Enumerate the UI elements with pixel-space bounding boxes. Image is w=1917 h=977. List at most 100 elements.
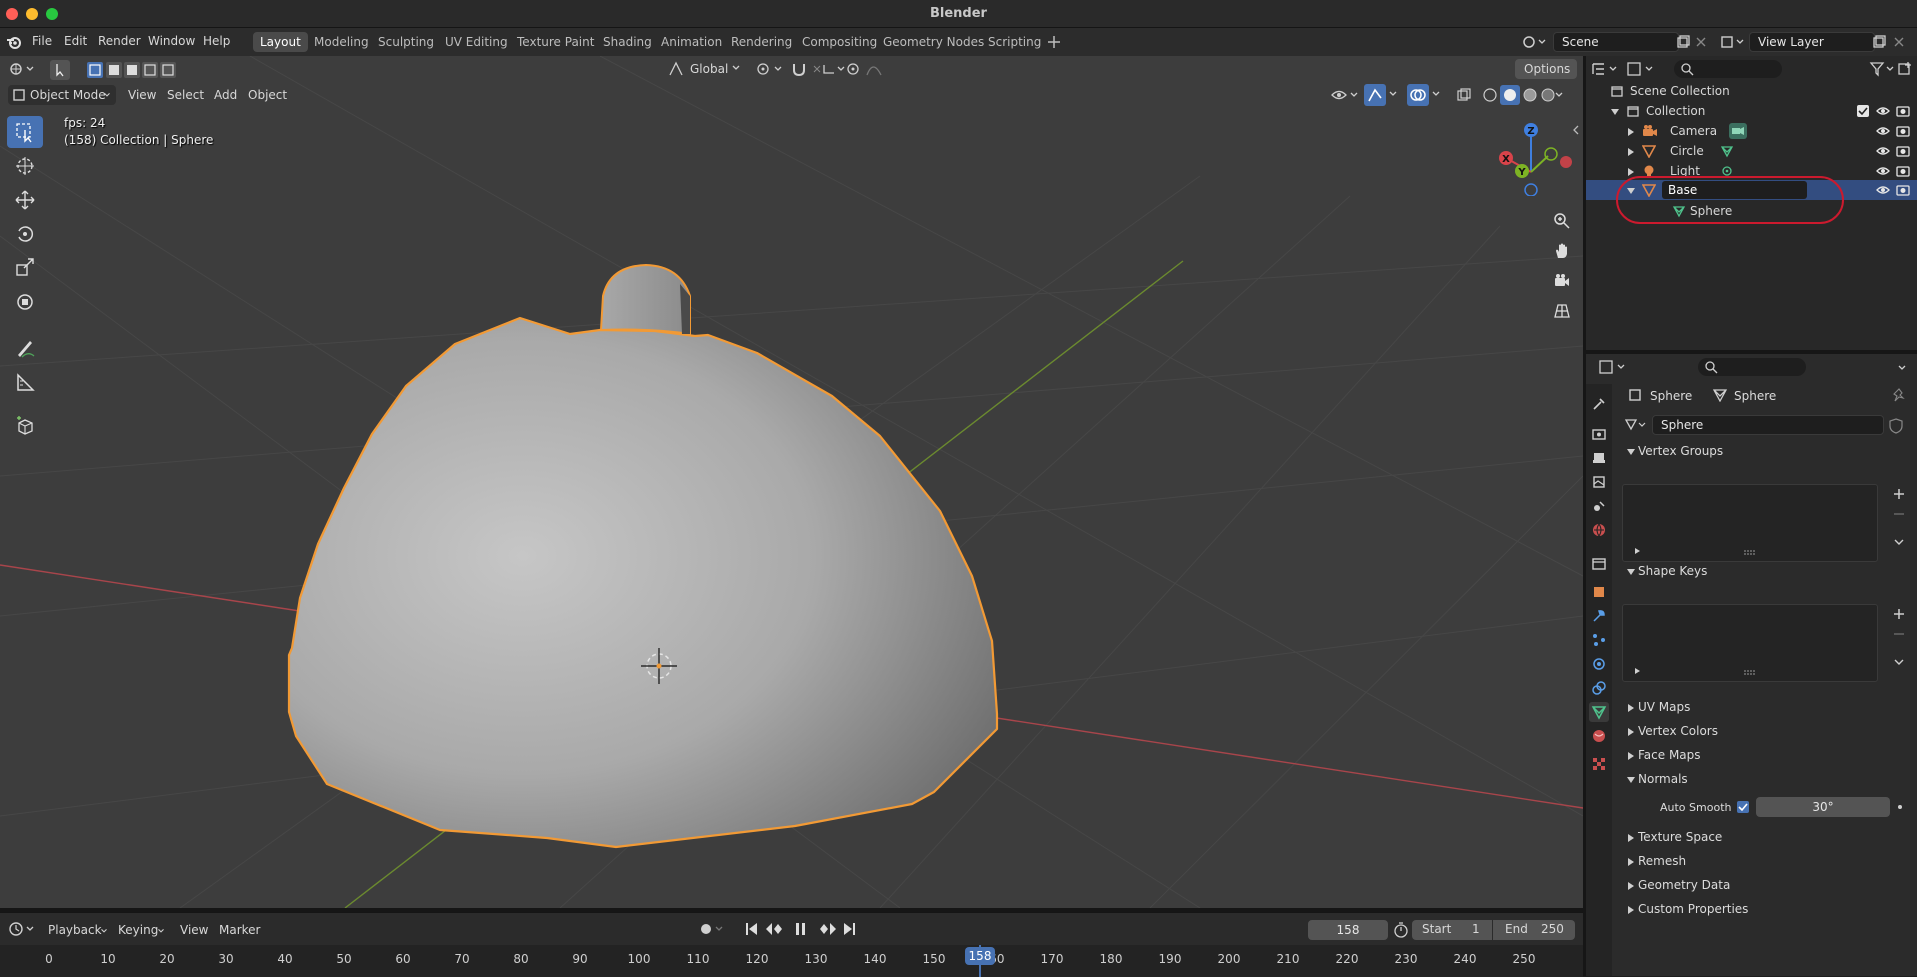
snap-toggle-icon[interactable] <box>790 60 846 78</box>
timeline-editor-type-icon[interactable] <box>8 920 36 938</box>
mesh-data-name-field[interactable]: Sphere <box>1652 415 1884 435</box>
proportional-editing-icon[interactable] <box>845 61 889 77</box>
view-layer-icon[interactable] <box>1720 34 1744 50</box>
xray-toggle-icon[interactable] <box>1456 87 1472 103</box>
render-tab-icon[interactable] <box>1589 424 1609 444</box>
start-frame-field[interactable]: Start 1 <box>1412 920 1492 940</box>
menu-object[interactable]: Object <box>248 88 287 102</box>
geometry-data-header[interactable]: Geometry Data <box>1638 878 1730 892</box>
texture-space-header[interactable]: Texture Space <box>1638 830 1722 844</box>
vertex-groups-header[interactable]: Vertex Groups <box>1638 444 1723 458</box>
collection-tab-icon[interactable] <box>1589 554 1609 574</box>
menu-render[interactable]: Render <box>98 34 141 48</box>
sidebar-toggle-icon[interactable] <box>1572 124 1580 136</box>
selection-mode-icons[interactable] <box>86 61 178 79</box>
texture-tab-icon[interactable] <box>1589 754 1609 774</box>
remove-vertex-group-icon[interactable] <box>1892 507 1906 521</box>
zoom-icon[interactable] <box>1549 208 1575 234</box>
constraints-tab-icon[interactable] <box>1589 678 1609 698</box>
transform-orientation-icon[interactable] <box>668 61 684 77</box>
scene-tab-icon[interactable] <box>1589 496 1609 516</box>
scene-name-field[interactable]: Scene <box>1553 32 1679 52</box>
resize-grip-icon[interactable] <box>1743 549 1757 555</box>
tab-geometry-nodes[interactable]: Geometry Nodes <box>876 32 991 52</box>
sphere-object[interactable] <box>287 263 999 849</box>
object-tab-icon[interactable] <box>1589 582 1609 602</box>
tab-layout[interactable]: Layout <box>253 32 308 52</box>
move-tool-icon[interactable] <box>7 184 43 216</box>
solid-shading-icon[interactable] <box>1504 89 1516 101</box>
expand-filter-icon[interactable] <box>1633 667 1641 675</box>
add-vertex-group-icon[interactable] <box>1892 487 1906 501</box>
timeline-ruler[interactable]: 0102030405060708090100110120130140150160… <box>0 945 1583 977</box>
previous-keyframe-icon[interactable] <box>766 923 782 935</box>
panel-expanded-arrow-icon[interactable] <box>1626 447 1636 457</box>
tab-scripting[interactable]: Scripting <box>981 32 1048 52</box>
object-mode-selector[interactable]: Object Mode <box>8 85 116 105</box>
chevron-down-icon[interactable] <box>1892 655 1906 669</box>
expand-arrow-icon[interactable] <box>1610 107 1620 117</box>
tab-shading[interactable]: Shading <box>596 32 659 52</box>
jump-start-icon[interactable] <box>746 923 757 935</box>
uv-maps-header[interactable]: UV Maps <box>1638 700 1690 714</box>
filter-icon[interactable] <box>1869 60 1897 78</box>
render-camera-icon[interactable] <box>1896 104 1910 118</box>
keyframe-dot-icon[interactable] <box>1897 804 1903 810</box>
material-preview-icon[interactable] <box>1523 88 1537 102</box>
stopwatch-icon[interactable] <box>1393 922 1409 938</box>
eye-icon[interactable] <box>1876 144 1890 158</box>
chevron-down-icon[interactable] <box>1892 535 1906 549</box>
expand-arrow-icon[interactable] <box>1626 127 1636 137</box>
panel-collapsed-arrow-icon[interactable] <box>1626 857 1636 867</box>
tab-animation[interactable]: Animation <box>654 32 729 52</box>
editor-type-icon[interactable] <box>8 60 36 78</box>
render-camera-icon[interactable] <box>1896 164 1910 178</box>
timeline-menu-marker[interactable]: Marker <box>219 923 260 937</box>
panel-expanded-arrow-icon[interactable] <box>1626 567 1636 577</box>
eye-icon[interactable] <box>1876 124 1890 138</box>
measure-tool-icon[interactable] <box>7 366 43 398</box>
navigation-gizmo[interactable]: Z X Y <box>1490 114 1572 196</box>
panel-collapsed-arrow-icon[interactable] <box>1626 703 1636 713</box>
scene-selector-icon[interactable] <box>1522 34 1546 50</box>
output-tab-icon[interactable] <box>1589 448 1609 468</box>
add-shape-key-icon[interactable] <box>1892 607 1906 621</box>
menu-window[interactable]: Window <box>148 34 195 48</box>
panel-collapsed-arrow-icon[interactable] <box>1626 881 1636 891</box>
auto-smooth-angle-field[interactable]: 30° <box>1756 797 1890 817</box>
select-box-tool-icon[interactable] <box>7 116 43 148</box>
properties-editor-type-icon[interactable] <box>1598 358 1628 376</box>
add-workspace-icon[interactable] <box>1047 35 1061 49</box>
particles-tab-icon[interactable] <box>1589 630 1609 650</box>
panel-collapsed-arrow-icon[interactable] <box>1626 905 1636 915</box>
shape-keys-header[interactable]: Shape Keys <box>1638 564 1707 578</box>
breadcrumb-data[interactable]: Sphere <box>1734 389 1776 403</box>
tab-compositing[interactable]: Compositing <box>795 32 884 52</box>
expand-filter-icon[interactable] <box>1633 547 1641 555</box>
mesh-data-tab-icon[interactable] <box>1589 702 1609 722</box>
view-layer-field[interactable]: View Layer <box>1749 32 1875 52</box>
modifier-tab-icon[interactable] <box>1589 606 1609 626</box>
view-layer-tab-icon[interactable] <box>1589 472 1609 492</box>
custom-properties-header[interactable]: Custom Properties <box>1638 902 1748 916</box>
current-frame-field[interactable]: 158 <box>1308 920 1388 940</box>
transform-orientation-label[interactable]: Global <box>690 62 728 76</box>
visibility-filter-icon[interactable] <box>1330 86 1360 104</box>
material-tab-icon[interactable] <box>1589 726 1609 746</box>
tab-texture-paint[interactable]: Texture Paint <box>510 32 601 52</box>
options-button[interactable]: Options <box>1515 59 1577 79</box>
outliner-row-camera[interactable]: Camera <box>1586 121 1917 141</box>
end-frame-field[interactable]: End 250 <box>1493 920 1575 940</box>
new-view-layer-icon[interactable] <box>1872 35 1886 49</box>
3d-viewport[interactable]: Global Options Object Mode View Select A… <box>0 56 1583 908</box>
rotate-tool-icon[interactable] <box>7 218 43 250</box>
eye-icon[interactable] <box>1876 183 1890 197</box>
normals-header[interactable]: Normals <box>1638 772 1688 786</box>
new-collection-icon[interactable] <box>1897 61 1913 77</box>
vertex-groups-list[interactable] <box>1622 484 1878 562</box>
add-cube-tool-icon[interactable] <box>7 410 43 442</box>
mesh-data-icon[interactable] <box>1720 144 1734 158</box>
vertex-colors-header[interactable]: Vertex Colors <box>1638 724 1718 738</box>
menu-select[interactable]: Select <box>167 88 204 102</box>
tab-rendering[interactable]: Rendering <box>724 32 799 52</box>
